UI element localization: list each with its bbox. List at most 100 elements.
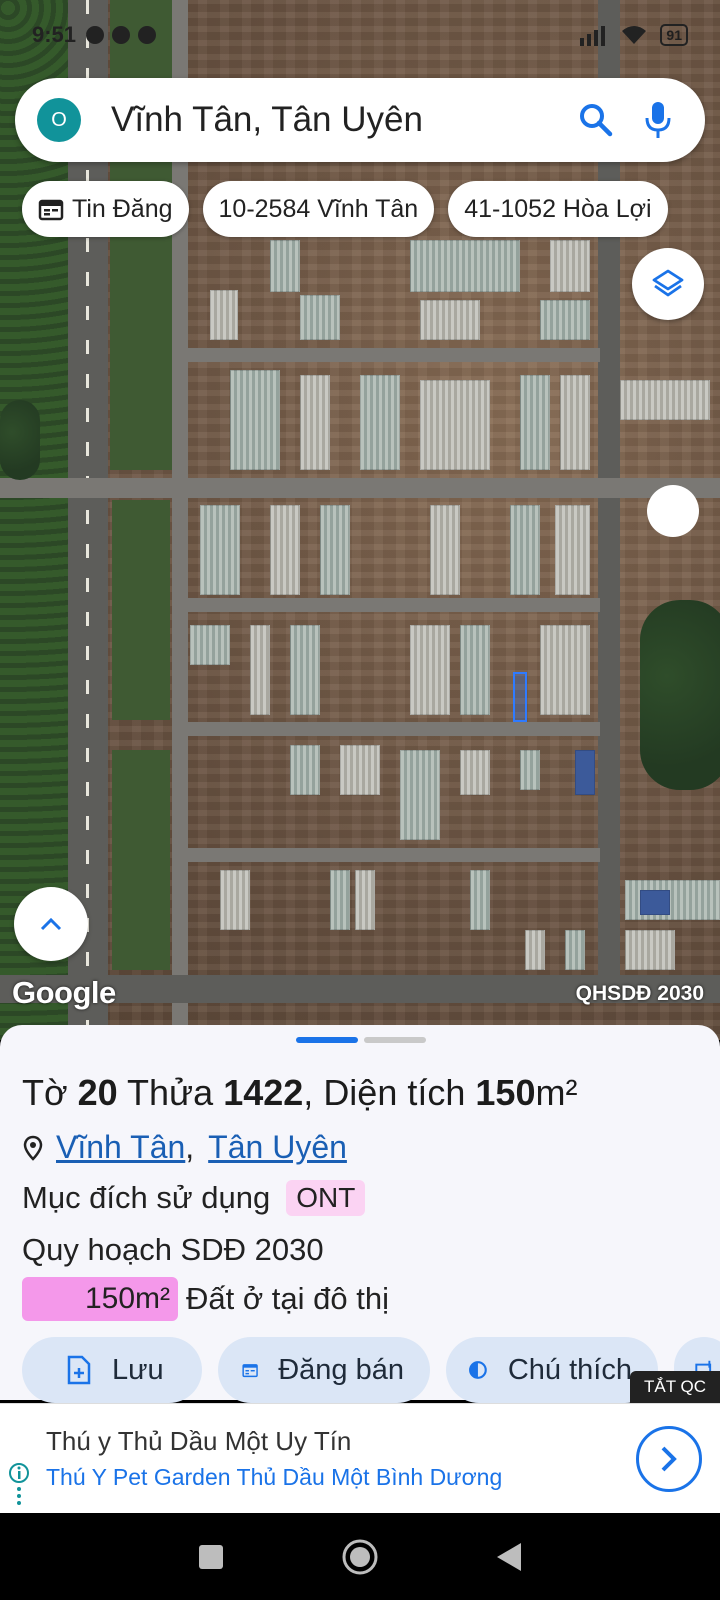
building bbox=[575, 750, 595, 795]
legend-label: Chú thích bbox=[507, 1353, 632, 1386]
district-link[interactable]: Tân Uyên bbox=[208, 1129, 347, 1166]
status-bar: 9:51 91 bbox=[0, 0, 720, 70]
building bbox=[360, 375, 400, 470]
building bbox=[190, 625, 230, 665]
close-ad-button[interactable]: TẮT QC bbox=[629, 1371, 720, 1403]
building bbox=[525, 930, 545, 970]
lot-word: Thửa bbox=[127, 1072, 214, 1113]
ad-open-button[interactable] bbox=[636, 1426, 702, 1492]
building bbox=[340, 745, 380, 795]
building bbox=[520, 750, 540, 790]
legend-button[interactable]: Chú thích bbox=[446, 1337, 658, 1403]
wifi-icon bbox=[622, 26, 647, 44]
building bbox=[520, 375, 550, 470]
action-buttons: Lưu Đăng bán Chú thích bbox=[22, 1337, 720, 1403]
building bbox=[355, 870, 375, 930]
save-label: Lưu bbox=[112, 1353, 164, 1386]
search-icon[interactable] bbox=[571, 95, 621, 145]
building bbox=[510, 505, 540, 595]
area-word: Diện tích bbox=[323, 1072, 466, 1113]
save-file-icon bbox=[67, 1355, 91, 1385]
chip-label: 10-2584 Vĩnh Tân bbox=[218, 194, 419, 223]
building bbox=[200, 505, 240, 595]
mic-icon[interactable] bbox=[633, 95, 683, 145]
road bbox=[180, 348, 600, 362]
sheet-handle[interactable] bbox=[296, 1037, 426, 1043]
parcel-info-sheet[interactable]: Tờ 20 Thửa 1422, Diện tích 150m² Vĩnh Tâ… bbox=[0, 1025, 720, 1403]
median bbox=[112, 500, 170, 720]
search-bar[interactable]: O Vĩnh Tân, Tân Uyên bbox=[15, 78, 705, 162]
handle-segment bbox=[364, 1037, 426, 1043]
calendar-icon bbox=[242, 1364, 258, 1378]
forest-area bbox=[640, 600, 720, 790]
building bbox=[555, 505, 590, 595]
status-time: 9:51 bbox=[32, 22, 77, 47]
map-layer-label: QHSDĐ 2030 bbox=[575, 982, 704, 1005]
building bbox=[550, 240, 590, 292]
calendar-icon bbox=[38, 199, 64, 221]
contrast-icon bbox=[469, 1361, 487, 1379]
avatar[interactable]: O bbox=[37, 98, 81, 142]
ad-subtitle[interactable]: Thú Y Pet Garden Thủ Dầu Một Bình Dương bbox=[46, 1464, 502, 1491]
location-marker[interactable] bbox=[647, 485, 699, 537]
building bbox=[290, 625, 320, 715]
road bbox=[0, 478, 720, 498]
building bbox=[460, 625, 490, 715]
layers-button[interactable] bbox=[632, 248, 704, 320]
home-icon[interactable] bbox=[340, 1537, 380, 1577]
forest-area bbox=[0, 400, 40, 480]
building bbox=[410, 240, 520, 292]
purpose-code-badge: ONT bbox=[286, 1180, 366, 1216]
title-comma: , bbox=[303, 1072, 314, 1113]
google-logo: Google bbox=[12, 975, 116, 1010]
building bbox=[565, 930, 585, 970]
chevron-right-icon bbox=[661, 1446, 677, 1472]
median bbox=[112, 750, 170, 970]
recent-apps-icon[interactable] bbox=[197, 1543, 225, 1571]
post-for-sale-button[interactable]: Đăng bán bbox=[218, 1337, 430, 1403]
land-use-purpose: Mục đích sử dụng ONT bbox=[22, 1180, 366, 1216]
selected-parcel-outline[interactable] bbox=[513, 672, 527, 722]
facebook-icon bbox=[86, 26, 105, 44]
battery-icon: 91 bbox=[660, 24, 688, 46]
system-icons: 91 bbox=[578, 24, 688, 46]
filter-chips: Tin Đăng 10-2584 Vĩnh Tân 41-1052 Hòa Lợ… bbox=[22, 181, 668, 237]
chevron-up-icon bbox=[40, 917, 62, 931]
area-value: 150 bbox=[475, 1072, 536, 1113]
building bbox=[270, 240, 300, 292]
chip-tin-dang[interactable]: Tin Đăng bbox=[22, 181, 189, 237]
road bbox=[180, 848, 600, 862]
building bbox=[560, 375, 590, 470]
post-for-sale-label: Đăng bán bbox=[278, 1353, 404, 1386]
building bbox=[250, 625, 270, 715]
building bbox=[420, 300, 480, 340]
chip-parcel-vinh-tan[interactable]: 10-2584 Vĩnh Tân bbox=[202, 181, 435, 237]
messenger-icon bbox=[138, 26, 157, 44]
building bbox=[625, 930, 675, 970]
save-button[interactable]: Lưu bbox=[22, 1337, 202, 1403]
chip-label: Tin Đăng bbox=[72, 194, 173, 223]
building bbox=[540, 625, 590, 715]
building bbox=[320, 505, 350, 595]
expand-up-button[interactable] bbox=[14, 887, 88, 961]
commune-link[interactable]: Vĩnh Tân bbox=[56, 1129, 185, 1166]
layers-icon bbox=[652, 269, 684, 297]
parcel-location: Vĩnh Tân, Tân Uyên bbox=[22, 1129, 347, 1166]
building bbox=[230, 370, 280, 470]
parcel-title: Tờ 20 Thửa 1422, Diện tích 150m² bbox=[22, 1072, 577, 1114]
plan-label: Quy hoạch SDĐ 2030 bbox=[22, 1232, 324, 1267]
road bbox=[180, 722, 600, 736]
building bbox=[400, 750, 440, 840]
plan-area-row: 150m² Đất ở tại đô thị bbox=[22, 1277, 389, 1321]
lot-number: 1422 bbox=[223, 1072, 304, 1113]
ad-info-icon[interactable] bbox=[8, 1462, 30, 1506]
map-pin-icon bbox=[23, 1135, 43, 1161]
search-input[interactable]: Vĩnh Tân, Tân Uyên bbox=[111, 100, 559, 140]
back-icon[interactable] bbox=[495, 1541, 523, 1573]
ad-banner[interactable]: Thú y Thủ Dầu Một Uy Tín Thú Y Pet Garde… bbox=[0, 1403, 720, 1513]
area-unit: m² bbox=[535, 1072, 578, 1113]
chip-parcel-hoa-loi[interactable]: 41-1052 Hòa Lợi bbox=[448, 181, 668, 237]
building bbox=[640, 890, 670, 915]
building bbox=[410, 625, 450, 715]
ad-title[interactable]: Thú y Thủ Dầu Một Uy Tín bbox=[46, 1426, 351, 1457]
